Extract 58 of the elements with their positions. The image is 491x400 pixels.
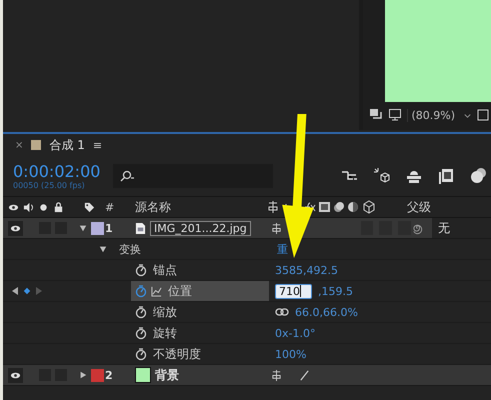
layer-number: 1 <box>105 222 114 234</box>
close-button[interactable]: × <box>15 140 24 150</box>
label-swatch[interactable] <box>91 368 104 382</box>
slash-switch-icon[interactable] <box>299 368 310 382</box>
zoom-dropdown[interactable]: (80.9%) <box>407 108 458 122</box>
property-name: 旋转 <box>153 324 177 342</box>
solo-dot-icon <box>38 202 49 212</box>
composition-tab[interactable]: 合成 1 <box>49 136 85 154</box>
reset-link[interactable]: 重 <box>277 242 288 256</box>
property-value[interactable]: 3585,492.5 <box>275 264 338 276</box>
speaker-icon <box>23 202 34 212</box>
lock-icon <box>53 202 64 212</box>
layers-icon[interactable] <box>369 108 384 122</box>
property-name: 锚点 <box>153 262 177 278</box>
stopwatch-icon[interactable] <box>135 305 147 319</box>
value-input[interactable]: 710 <box>275 284 312 298</box>
property-value[interactable]: 0x-1.0° <box>275 326 316 340</box>
property-value[interactable]: ,159.5 <box>318 284 353 298</box>
monitor-icon[interactable] <box>388 108 402 122</box>
expanded-triangle-icon[interactable] <box>79 224 87 232</box>
property-value[interactable]: 100% <box>275 348 306 360</box>
property-name: 位置 <box>168 282 192 300</box>
eye-icon[interactable] <box>8 220 23 236</box>
expanded-triangle-icon[interactable] <box>99 245 107 253</box>
property-value[interactable]: 66.0,66.0% <box>295 306 358 318</box>
label-swatch[interactable] <box>91 222 104 234</box>
column-header: 父级 <box>407 198 432 216</box>
search-icon <box>119 170 135 182</box>
layer-number: 2 <box>105 368 114 382</box>
tag-icon <box>84 202 95 212</box>
search-field[interactable] <box>113 164 273 188</box>
cube-icon[interactable] <box>373 167 391 185</box>
shy-switch-icon[interactable] <box>271 368 282 382</box>
frame-info: 00050 (25.00 fps) <box>13 181 86 190</box>
shy-switch-icon[interactable] <box>271 222 282 234</box>
column-header: 源名称 <box>135 198 172 216</box>
stopwatch-icon[interactable] <box>135 263 147 277</box>
graph-icon[interactable] <box>151 286 162 296</box>
stopwatch-icon[interactable] <box>135 326 147 340</box>
frame-icon[interactable] <box>477 108 491 122</box>
stopwatch-icon[interactable] <box>135 347 147 361</box>
timecode[interactable]: 0:00:02:00 <box>13 162 113 181</box>
property-name: 缩放 <box>153 304 177 320</box>
keyframe-diamond-icon[interactable] <box>23 286 31 296</box>
column-header: # <box>105 200 116 214</box>
collapsed-triangle-icon[interactable] <box>79 371 87 379</box>
group-label: 变换 <box>119 242 142 256</box>
layer-name[interactable]: 背景 <box>155 366 179 384</box>
parent-dropdown[interactable]: 无 <box>432 218 491 238</box>
previous-keyframe-icon[interactable] <box>11 286 19 296</box>
property-name: 不透明度 <box>153 346 201 362</box>
layer-name[interactable]: IMG_201...22.jpg <box>150 220 251 236</box>
image-file-icon <box>135 222 146 234</box>
panel-menu-button[interactable]: ≡ <box>92 138 102 152</box>
film-stack-icon[interactable] <box>437 167 455 185</box>
circles-icon[interactable] <box>469 167 487 185</box>
eye-icon[interactable] <box>8 368 23 382</box>
chain-link-icon[interactable] <box>275 308 289 316</box>
